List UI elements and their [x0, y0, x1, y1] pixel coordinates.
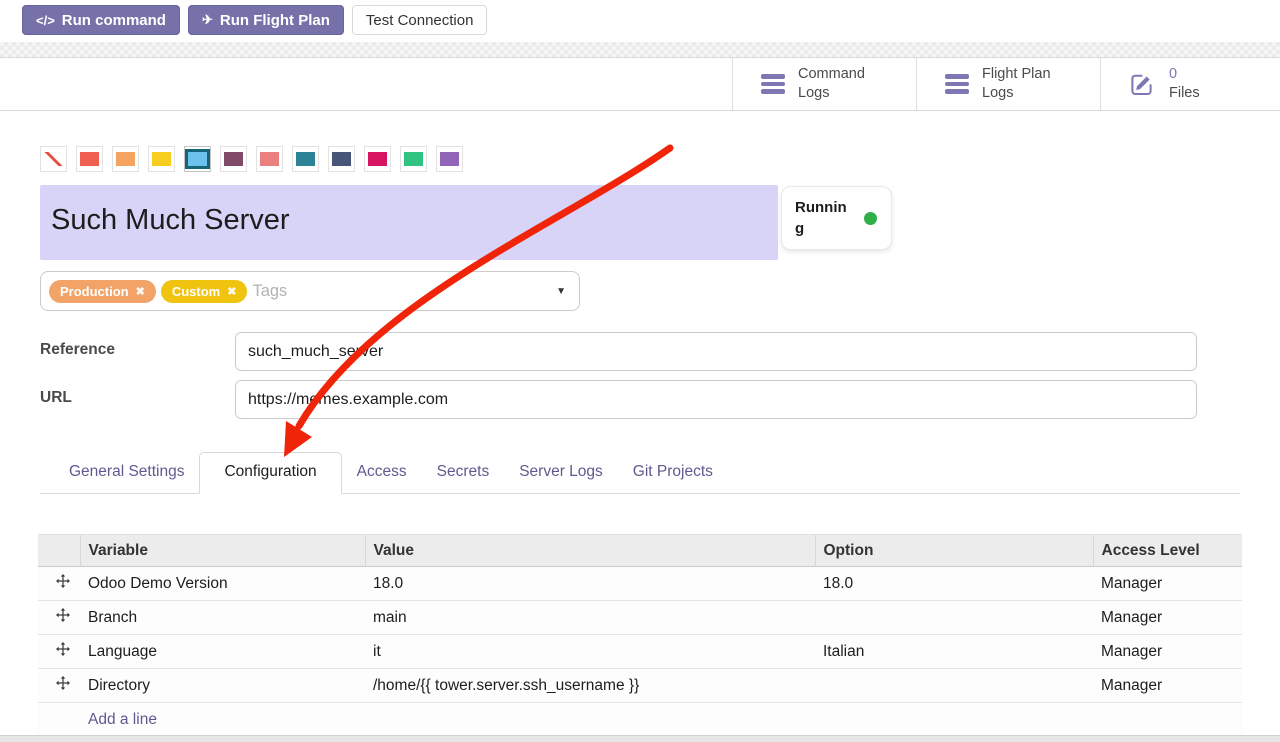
cell-variable[interactable]: Language	[80, 635, 365, 669]
column-header-value[interactable]: Value	[365, 535, 815, 567]
cell-access-level[interactable]: Manager	[1093, 567, 1242, 601]
drag-handle-icon[interactable]	[38, 601, 80, 635]
color-swatch-selected[interactable]	[184, 146, 211, 172]
notebook-tabs: General Settings Configuration Access Se…	[40, 452, 1240, 494]
list-icon	[761, 74, 785, 94]
tab-secrets[interactable]: Secrets	[422, 453, 505, 493]
tab-general-settings[interactable]: General Settings	[54, 453, 199, 493]
cell-variable[interactable]: Directory	[80, 669, 365, 703]
remove-tag-icon[interactable]: ✖	[136, 285, 145, 298]
table-row[interactable]: Branch main Manager	[38, 601, 1242, 635]
cell-access-level[interactable]: Manager	[1093, 601, 1242, 635]
files-button[interactable]: 0Files	[1100, 58, 1280, 110]
table-row[interactable]: Directory /home/{{ tower.server.ssh_user…	[38, 669, 1242, 703]
table-row[interactable]: Language it Italian Manager	[38, 635, 1242, 669]
command-logs-label: CommandLogs	[798, 65, 865, 102]
add-line-row: Add a line	[38, 703, 1242, 737]
cell-option[interactable]	[815, 601, 1093, 635]
tab-access[interactable]: Access	[342, 453, 422, 493]
tag-custom[interactable]: Custom ✖	[161, 280, 248, 303]
drag-handle-icon[interactable]	[38, 567, 80, 601]
separator-band	[0, 42, 1280, 58]
table-header-row: Variable Value Option Access Level	[38, 535, 1242, 567]
server-name-input[interactable]	[40, 185, 778, 260]
configuration-table: Variable Value Option Access Level Odoo …	[38, 534, 1242, 737]
tab-server-logs[interactable]: Server Logs	[504, 453, 618, 493]
color-swatch[interactable]	[220, 146, 247, 172]
reference-label: Reference	[40, 332, 235, 371]
form-header-strip: CommandLogs Flight PlanLogs 0Files	[0, 58, 1280, 111]
caret-down-icon[interactable]: ▼	[556, 286, 566, 297]
status-green-dot-icon	[864, 212, 877, 225]
flight-plan-logs-button[interactable]: Flight PlanLogs	[916, 58, 1100, 110]
cell-access-level[interactable]: Manager	[1093, 669, 1242, 703]
test-connection-label: Test Connection	[366, 12, 474, 29]
tab-git-projects[interactable]: Git Projects	[618, 453, 728, 493]
table-row[interactable]: Odoo Demo Version 18.0 18.0 Manager	[38, 567, 1242, 601]
color-swatch[interactable]	[256, 146, 283, 172]
url-input[interactable]	[235, 380, 1197, 419]
color-swatch[interactable]	[364, 146, 391, 172]
reference-input[interactable]	[235, 332, 1197, 371]
color-swatch[interactable]	[76, 146, 103, 172]
color-swatch[interactable]	[436, 146, 463, 172]
cell-access-level[interactable]: Manager	[1093, 635, 1242, 669]
cell-option[interactable]: 18.0	[815, 567, 1093, 601]
color-swatch[interactable]	[292, 146, 319, 172]
cell-variable[interactable]: Odoo Demo Version	[80, 567, 365, 601]
column-header-option[interactable]: Option	[815, 535, 1093, 567]
no-color-icon	[44, 152, 63, 166]
column-header-variable[interactable]: Variable	[80, 535, 365, 567]
cell-value[interactable]: /home/{{ tower.server.ssh_username }}	[365, 669, 815, 703]
tag-production[interactable]: Production ✖	[49, 280, 156, 303]
cell-option[interactable]: Italian	[815, 635, 1093, 669]
color-palette	[40, 146, 1280, 172]
cell-variable[interactable]: Branch	[80, 601, 365, 635]
tags-field[interactable]: Production ✖ Custom ✖ Tags ▼	[40, 271, 580, 311]
status-running-button[interactable]: Running	[781, 186, 892, 250]
status-label: Running	[795, 197, 847, 239]
tab-configuration[interactable]: Configuration	[199, 452, 341, 494]
run-flight-plan-label: Run Flight Plan	[220, 12, 330, 29]
code-icon: </>	[36, 13, 55, 28]
cell-value[interactable]: it	[365, 635, 815, 669]
edit-pencil-square-icon	[1129, 71, 1156, 98]
drag-handle-icon[interactable]	[38, 669, 80, 703]
test-connection-button[interactable]: Test Connection	[352, 5, 488, 35]
url-label: URL	[40, 380, 235, 419]
bottom-scroll-band	[0, 735, 1280, 742]
plane-icon: ✈	[202, 12, 213, 28]
color-swatch-none[interactable]	[40, 146, 67, 172]
top-action-bar: </> Run command ✈ Run Flight Plan Test C…	[0, 0, 1280, 42]
run-flight-plan-button[interactable]: ✈ Run Flight Plan	[188, 5, 344, 35]
command-logs-button[interactable]: CommandLogs	[732, 58, 916, 110]
color-swatch[interactable]	[400, 146, 427, 172]
color-swatch[interactable]	[148, 146, 175, 172]
run-command-label: Run command	[62, 12, 166, 29]
flight-plan-logs-label: Flight PlanLogs	[982, 65, 1051, 102]
list-icon	[945, 74, 969, 94]
cell-value[interactable]: 18.0	[365, 567, 815, 601]
run-command-button[interactable]: </> Run command	[22, 5, 180, 35]
column-header-access-level[interactable]: Access Level	[1093, 535, 1242, 567]
cell-option[interactable]	[815, 669, 1093, 703]
color-swatch[interactable]	[112, 146, 139, 172]
cell-value[interactable]: main	[365, 601, 815, 635]
drag-handle-icon[interactable]	[38, 635, 80, 669]
tags-placeholder: Tags	[252, 282, 287, 301]
remove-tag-icon[interactable]: ✖	[227, 285, 236, 298]
files-label: 0Files	[1169, 65, 1200, 102]
color-swatch[interactable]	[328, 146, 355, 172]
add-a-line-link[interactable]: Add a line	[88, 711, 157, 728]
